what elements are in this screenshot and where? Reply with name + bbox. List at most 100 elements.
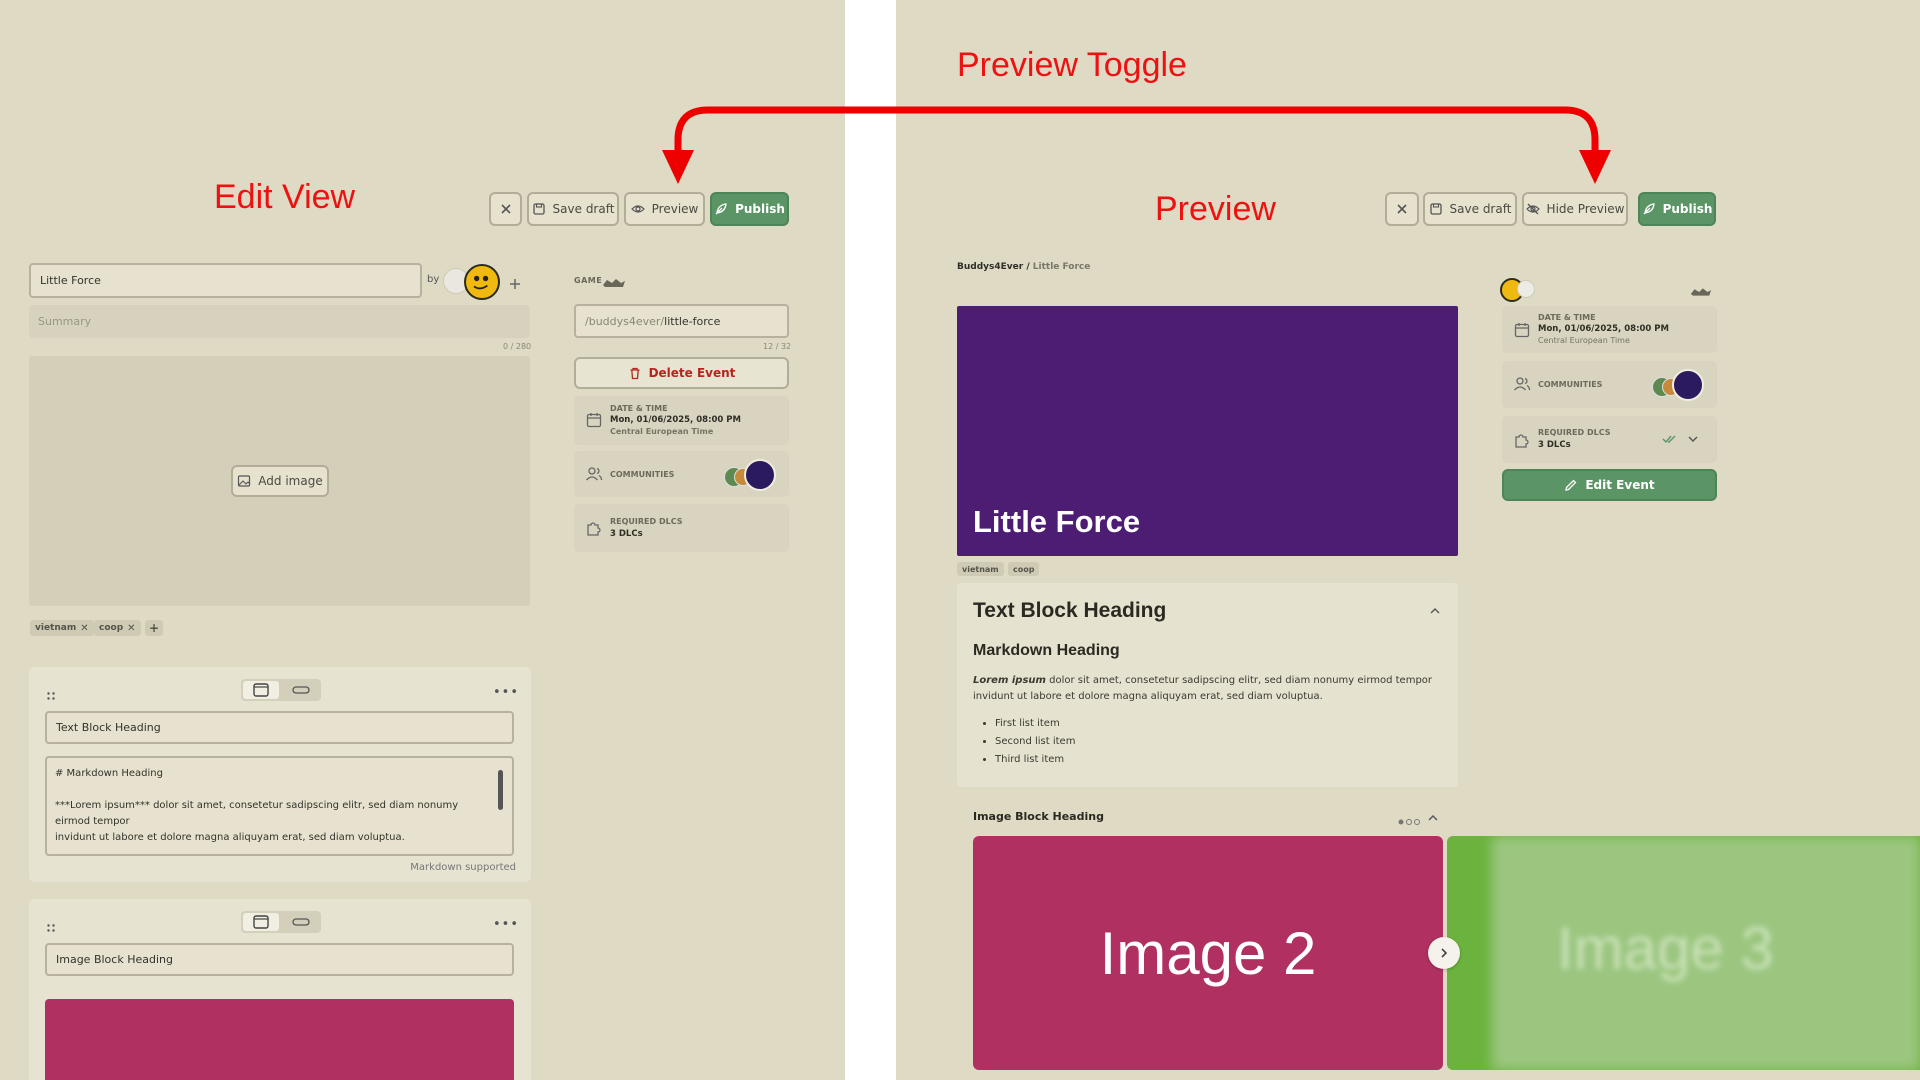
layout-boxed-option[interactable] (243, 913, 279, 931)
textarea-line: ***Lorem ipsum*** dolor sit amet, conset… (55, 800, 459, 827)
more-options-icon[interactable]: ••• (493, 917, 519, 932)
game-logo-icon (602, 274, 626, 287)
publish-button[interactable]: Publish (710, 192, 789, 226)
tag-label: vietnam (35, 623, 77, 633)
save-draft-button[interactable]: Save draft (1423, 192, 1517, 226)
communities-label: COMMUNITIES (1538, 380, 1603, 389)
layout-inline-option[interactable] (283, 681, 319, 699)
remove-tag-icon[interactable]: ✕ (80, 623, 88, 634)
author-avatar (1517, 280, 1535, 298)
add-image-button[interactable]: Add image (231, 465, 329, 497)
preview-annotation: Preview (1155, 190, 1276, 228)
carousel-dots[interactable] (1397, 812, 1423, 825)
slide-label: Image 3 (1557, 915, 1774, 982)
preview-label: Preview (651, 202, 699, 216)
close-button[interactable] (1385, 192, 1419, 226)
carousel-dots-icon (1398, 819, 1420, 825)
textarea-scrollbar[interactable] (498, 770, 503, 810)
dlcs-card[interactable]: REQUIRED DLCS 3 DLCs (574, 504, 789, 552)
tag-label: coop (99, 623, 124, 633)
slug-input[interactable]: /buddys4ever/little-force (574, 304, 789, 338)
calendar-icon (586, 413, 602, 428)
markdown-paragraph: Lorem ipsum dolor sit amet, consetetur s… (973, 673, 1443, 705)
chevron-up-icon (1428, 815, 1438, 821)
title-input[interactable]: Little Force (29, 263, 422, 298)
carousel-next-button[interactable] (1428, 937, 1460, 969)
slug-value: little-force (664, 314, 721, 328)
close-button[interactable] (489, 192, 522, 226)
inline-layout-icon (292, 918, 310, 926)
dlcs-card[interactable]: REQUIRED DLCS 3 DLCs (1502, 416, 1717, 463)
drag-handle-icon[interactable] (46, 686, 56, 700)
layout-boxed-option[interactable] (243, 681, 279, 699)
community-avatar (744, 459, 776, 491)
puzzle-icon (587, 522, 601, 536)
save-icon (532, 203, 545, 215)
publish-label: Publish (735, 202, 785, 216)
save-draft-button[interactable]: Save draft (527, 192, 619, 226)
publish-button[interactable]: Publish (1638, 192, 1716, 226)
datetime-label: DATE & TIME (610, 404, 668, 413)
delete-event-label: Delete Event (648, 366, 736, 380)
communities-card[interactable]: COMMUNITIES (574, 451, 789, 497)
dlcs-value: 3 DLCs (610, 529, 643, 539)
save-draft-label: Save draft (552, 202, 615, 216)
preview-toggle-annotation: Preview Toggle (957, 46, 1187, 84)
communities-label: COMMUNITIES (610, 470, 675, 479)
breadcrumb-root[interactable]: Buddys4Ever (957, 262, 1023, 272)
block-layout-toggle[interactable] (241, 679, 321, 701)
dlcs-value: 3 DLCs (1538, 440, 1571, 450)
datetime-card[interactable]: DATE & TIME Mon, 01/06/2025, 08:00 PM Ce… (574, 396, 789, 445)
preview-button[interactable]: Preview (624, 192, 705, 226)
text-block-heading-input[interactable]: Text Block Heading (45, 711, 514, 744)
add-tag-button[interactable]: + (145, 620, 163, 636)
text-block-body-textarea[interactable]: # Markdown Heading ***Lorem ipsum*** dol… (45, 756, 514, 856)
datetime-value: Mon, 01/06/2025, 08:00 PM (1538, 324, 1669, 334)
hero-banner: Little Force (957, 306, 1458, 556)
eye-off-icon (1525, 203, 1540, 215)
dlcs-label: REQUIRED DLCS (1538, 428, 1611, 437)
image-block-editor: ••• Image Block Heading (29, 899, 531, 1080)
more-options-icon[interactable]: ••• (493, 685, 519, 700)
calendar-icon (1514, 323, 1530, 338)
summary-counter: 0 / 280 (503, 342, 532, 351)
summary-input[interactable]: Summary (29, 305, 530, 338)
tag-coop: coop ✕ (94, 620, 141, 636)
layout-inline-option[interactable] (283, 913, 319, 931)
people-icon (1514, 377, 1531, 391)
text-block-heading: Text Block Heading (973, 599, 1167, 622)
carousel-slide-image-3: Image 3 (1447, 836, 1920, 1070)
game-logo-icon (1690, 283, 1712, 296)
collapse-button[interactable] (1426, 810, 1440, 824)
double-check-icon (1662, 435, 1676, 444)
markdown-list: First list item Second list item Third l… (995, 715, 1075, 769)
drag-handle-icon[interactable] (46, 918, 56, 932)
boxed-layout-icon (253, 683, 269, 697)
hide-preview-button[interactable]: Hide Preview (1522, 192, 1628, 226)
add-author-button[interactable] (508, 276, 522, 290)
slug-prefix: /buddys4ever/ (585, 314, 665, 328)
save-icon (1429, 203, 1442, 215)
hide-preview-label: Hide Preview (1546, 202, 1625, 216)
slug-counter: 12 / 32 (763, 342, 792, 351)
image-block-heading-input[interactable]: Image Block Heading (45, 943, 514, 976)
publish-label: Publish (1662, 202, 1713, 216)
block-layout-toggle[interactable] (241, 911, 321, 933)
preview-panel: Preview Save draft Hide Preview Publish … (896, 0, 1920, 1080)
inline-layout-icon (292, 686, 310, 694)
pencil-icon (1565, 479, 1577, 491)
datetime-label: DATE & TIME (1538, 313, 1596, 322)
chevron-down-icon[interactable] (1687, 433, 1699, 445)
remove-tag-icon[interactable]: ✕ (127, 623, 135, 634)
list-item: Third list item (995, 751, 1075, 769)
carousel-slide-image-2: Image 2 (973, 836, 1443, 1070)
tag-vietnam: vietnam ✕ (30, 620, 94, 636)
tag-coop: coop (1008, 562, 1040, 576)
delete-event-button[interactable]: Delete Event (574, 357, 789, 389)
list-item: Second list item (995, 733, 1075, 751)
close-icon (500, 204, 511, 214)
collapse-button[interactable] (1428, 603, 1442, 617)
puzzle-icon (1515, 434, 1529, 448)
edit-event-button[interactable]: Edit Event (1502, 469, 1717, 501)
communities-card[interactable]: COMMUNITIES (1502, 361, 1717, 408)
